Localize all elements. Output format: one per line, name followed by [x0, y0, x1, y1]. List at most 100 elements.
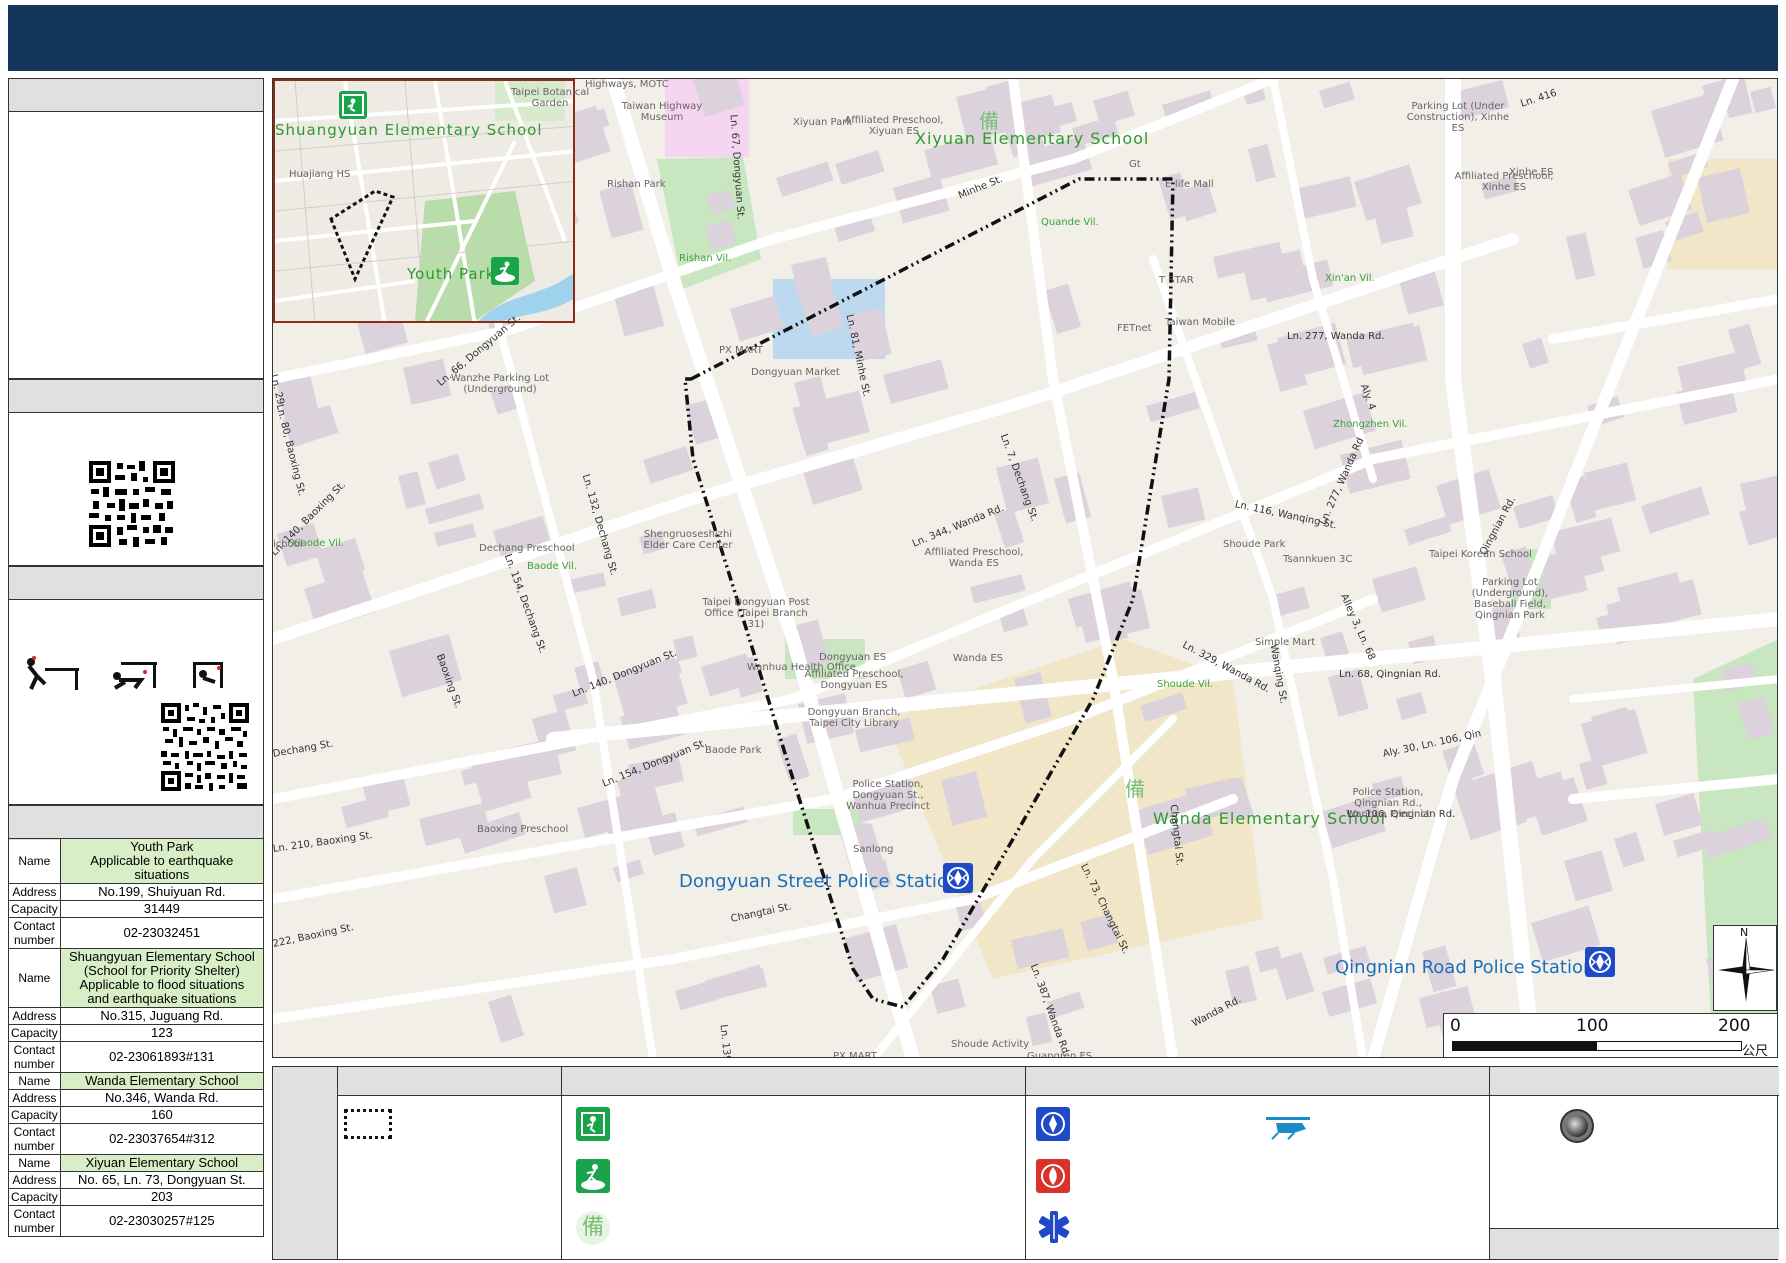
qr-panel: [8, 379, 264, 566]
info-field-label: Name: [8, 1154, 61, 1172]
poi-label: Wanda ES: [953, 653, 1004, 664]
poi-label: Parking Lot (Underground), Baseball Fiel…: [1471, 577, 1549, 621]
info-field-label: Capacity: [8, 1106, 61, 1124]
legend-col-shelters-header: [562, 1067, 1025, 1096]
legend-col-other-header: [1490, 1067, 1779, 1096]
info-field-value: Youth Park Applicable to earthquake situ…: [59, 838, 265, 884]
village-label: Zhongzhen Vil.: [1333, 419, 1408, 430]
poi-label: Police Station, Dongyuan St., Wanhua Pre…: [846, 779, 930, 812]
poi-label: Taipei Dongyuan Post Office (Taipei Bran…: [702, 597, 810, 630]
scale-bar: 0 100 200 公尺: [1443, 1013, 1777, 1057]
title-bar: [8, 5, 1778, 71]
cover-icon: [113, 662, 157, 690]
poi-label: Gt: [1129, 159, 1141, 170]
legend-title-cell: [273, 1067, 337, 1259]
legend-col-other: [1489, 1067, 1779, 1259]
scale-tick-0: 0: [1450, 1016, 1461, 1036]
info-field-value: Xiyuan Elementary School: [59, 1154, 265, 1172]
poi-label: Huajiang HS: [289, 169, 351, 180]
info-field-label: Name: [8, 838, 61, 884]
info-field-value: 203: [59, 1188, 265, 1206]
info-field-label: Address: [8, 1007, 61, 1025]
shelter-info-panel: [8, 805, 264, 840]
poi-label: Parking Lot (Under Construction), Xinhe …: [1406, 101, 1510, 134]
village-label: Rishan Vil.: [679, 253, 732, 264]
info-table-row: Capacity 123: [8, 1024, 265, 1042]
info-table-row: Name Wanda Elementary School: [8, 1072, 265, 1090]
info-field-label: Contact number: [8, 1041, 61, 1073]
description-panel: [8, 78, 264, 379]
poi-label: Affiliated Preschool, Wanda ES: [924, 547, 1024, 569]
info-field-label: Capacity: [8, 1188, 61, 1206]
dongyuan-police-label: Dongyuan Street Police Station: [679, 871, 960, 892]
info-table-row: Capacity 160: [8, 1106, 265, 1124]
scale-segment-2: [1596, 1041, 1742, 1051]
info-table-row: Contact number 02-23037654#312: [8, 1123, 265, 1155]
safety-panel-header: [9, 567, 263, 600]
north-arrow: N: [1713, 925, 1777, 1011]
meeting-point-legend-icon: [1560, 1109, 1594, 1143]
inset-youth-park-label: Youth Park: [407, 265, 496, 283]
info-field-label: Name: [8, 948, 61, 1008]
info-field-value: No. 65, Ln. 73, Dongyuan St.: [59, 1171, 265, 1189]
village-label: Shoude Vil.: [1157, 679, 1214, 690]
info-field-value: 160: [59, 1106, 265, 1124]
info-field-label: Contact number: [8, 1123, 61, 1155]
poi-label: Sanlong: [853, 844, 894, 855]
fire-station-legend-icon: [1036, 1159, 1070, 1193]
poi-label: Taipei Korean School: [1429, 549, 1532, 560]
police-station-icon[interactable]: [1585, 947, 1615, 977]
village-label: Xin'an Vil.: [1325, 273, 1375, 284]
info-field-value: 123: [59, 1024, 265, 1042]
backup-shelter-icon[interactable]: 備: [979, 105, 999, 134]
info-field-label: Name: [8, 1072, 61, 1090]
shelter-icon[interactable]: [339, 91, 367, 119]
info-field-value: No.199, Shuiyuan Rd.: [59, 883, 265, 901]
medical-legend-icon: [1038, 1211, 1070, 1243]
info-field-value: Shuangyuan Elementary School (School for…: [59, 948, 265, 1008]
police-legend-icon: [1036, 1107, 1070, 1141]
poi-label: Tsannkuen 3C: [1283, 554, 1353, 565]
info-table-row: Name Shuangyuan Elementary School (School…: [8, 948, 265, 1008]
route-legend-icon: [344, 1109, 392, 1139]
compass-icon: [1718, 937, 1775, 1002]
description-panel-header: [9, 79, 263, 112]
backup-shelter-icon[interactable]: 備: [1125, 773, 1145, 802]
poi-label: Xinhe ES: [1509, 167, 1554, 178]
poi-label: ichool: [273, 539, 303, 550]
poi-label: Highways, MOTC: [585, 79, 669, 90]
info-field-value: Wanda Elementary School: [59, 1072, 265, 1090]
qr-code-icon[interactable]: [89, 461, 175, 547]
qr-code-2-icon[interactable]: [161, 703, 249, 791]
poi-label: T STAR: [1159, 275, 1194, 286]
shelter-info-header: [9, 806, 263, 840]
safety-panel: [8, 566, 264, 805]
street-label: Ln. 277, Wanda Rd.: [1287, 331, 1385, 342]
info-field-value: No.346, Wanda Rd.: [59, 1089, 265, 1107]
legend-col-services-header: [1026, 1067, 1489, 1096]
info-field-value: 02-23061893#131: [59, 1041, 265, 1073]
info-field-label: Contact number: [8, 1205, 61, 1237]
poi-label: Affiliated Preschool, Dongyuan ES: [804, 669, 904, 691]
poi-label: Shengruoseshizhi Elder Care Center: [643, 529, 733, 551]
info-field-label: Address: [8, 883, 61, 901]
hold-icon: [193, 662, 223, 688]
poi-label: Dongyuan Branch, Taipei City Library: [807, 707, 901, 729]
poi-label: Taiwan Highway Museum: [621, 101, 703, 123]
map[interactable]: Shuangyuan Elementary School Youth Park …: [272, 78, 1778, 1058]
info-table-row: Capacity 203: [8, 1188, 265, 1206]
info-table-row: Name Xiyuan Elementary School: [8, 1154, 265, 1172]
info-field-value: 02-23030257#125: [59, 1205, 265, 1237]
scale-segment-1: [1452, 1041, 1596, 1051]
shelter-info-table: Name Youth Park Applicable to earthquake …: [8, 838, 265, 1237]
police-station-icon[interactable]: [943, 863, 973, 893]
legend-footer-cell: [1490, 1228, 1779, 1259]
legend-col-shelters: 備: [561, 1067, 1025, 1259]
poi-label: Dongyuan Market: [751, 367, 840, 378]
village-label: Quande Vil.: [1041, 217, 1099, 228]
poi-label: Police Station, Qingnian Rd., Wanhua Pre…: [1346, 787, 1430, 820]
poi-label: Guangren ES: [1027, 1051, 1093, 1058]
poi-label: Taipei Botanical Garden: [510, 87, 590, 109]
poi-label: Affiliated Preschool, Xiyuan ES: [844, 115, 944, 137]
legend-col-services: [1025, 1067, 1489, 1259]
